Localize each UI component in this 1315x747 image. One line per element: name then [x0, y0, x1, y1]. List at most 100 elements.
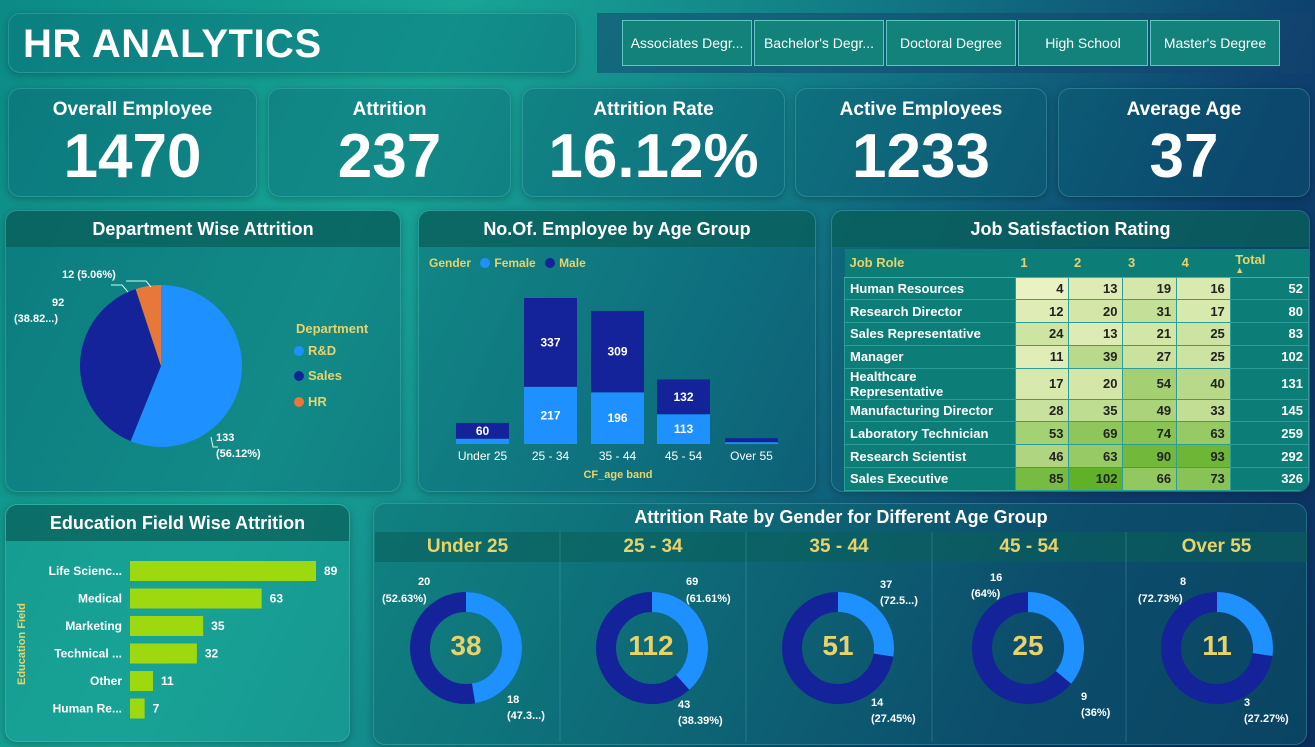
x-tick-label: 45 - 54: [665, 449, 703, 463]
bar-label-male: 337: [540, 335, 560, 349]
cell-rating-1: 28: [1014, 398, 1070, 423]
bar-value-label: 63: [270, 592, 284, 606]
table-row[interactable]: Sales Executive 85 102 66 73 326: [844, 467, 1309, 491]
gender-card-title: Attrition Rate by Gender for Different A…: [634, 507, 1048, 527]
kpi-label: Attrition: [352, 99, 427, 120]
donut-male-pct: (52.63%): [382, 593, 427, 605]
legend-title: Department: [296, 321, 369, 336]
cell-total: 80: [1229, 299, 1309, 324]
card-title: Department Wise Attrition: [6, 211, 400, 247]
cell-total: 145: [1229, 398, 1309, 423]
education-field-card: Education Field Wise Attrition Education…: [5, 504, 350, 742]
age-head-45-54: 45 - 54: [932, 532, 1126, 562]
table-row[interactable]: Research Director 12 20 31 17 80: [844, 299, 1309, 324]
edu-bar: [130, 643, 197, 664]
bar-label-female: 113: [674, 422, 694, 436]
kpi-value: 1470: [63, 122, 202, 191]
cell-rating-1: 85: [1014, 467, 1070, 491]
table-row[interactable]: Human Resources 4 13 19 16 52: [844, 276, 1309, 301]
table-row[interactable]: Research Scientist 46 63 90 93 292: [844, 444, 1309, 469]
education-slicer: Associates Degr... Bachelor's Degr... Do…: [597, 13, 1312, 73]
x-tick-label: Over 55: [730, 449, 773, 463]
header-rating-3[interactable]: 3: [1122, 249, 1177, 278]
header-job-role[interactable]: Job Role: [844, 249, 1016, 278]
header-rating-1[interactable]: 1: [1015, 249, 1069, 278]
cell-rating-2: 63: [1068, 444, 1124, 469]
job-satisfaction-table: Job Role 1 2 3 4 Total ▲ Human Resources 4…: [844, 249, 1309, 491]
pie-label-hr: 12 (5.06%): [62, 269, 116, 281]
kpi-value: 1233: [852, 122, 990, 191]
cell-rating-3: 31: [1122, 299, 1178, 324]
pie-label-rnd-pct: (56.12%): [216, 448, 261, 460]
kpi-value: 16.12%: [548, 122, 759, 191]
job-satisfaction-card: Job Satisfaction Rating Job Role 1 2 3 4…: [831, 210, 1310, 492]
legend-label: R&D: [308, 343, 337, 358]
slicer-associates[interactable]: Associates Degr...: [622, 20, 752, 66]
cell-total: 326: [1229, 467, 1309, 491]
cell-rating-1: 46: [1014, 444, 1070, 469]
table-row[interactable]: Laboratory Technician 53 69 74 63 259: [844, 421, 1309, 446]
donut-male-pct: (61.61%): [686, 593, 731, 605]
slicer-high-school[interactable]: High School: [1018, 20, 1148, 66]
title-box: HR ANALYTICS DASHBOARD: [8, 13, 576, 73]
cell-job-role: Human Resources: [844, 276, 1016, 301]
bar-female: [725, 442, 778, 444]
legend-rnd[interactable]: R&D: [294, 343, 336, 358]
pie-label-sales-value: 92: [52, 297, 65, 309]
donut-male-pct: (64%): [971, 588, 1001, 600]
kpi-attrition-rate: Attrition Rate 16.12%: [522, 88, 785, 197]
x-tick-label: 35 - 44: [599, 449, 637, 463]
y-tick-label: Other: [90, 674, 122, 688]
donut-male-value: 16: [990, 572, 1003, 584]
y-tick-label: Human Re...: [53, 702, 122, 716]
education-bar-chart: Life Scienc... 89 Medical 63 Marketing 35 Tech…: [49, 561, 338, 719]
header-total[interactable]: Total ▲: [1230, 249, 1309, 278]
cell-total: 52: [1229, 276, 1309, 301]
table-row[interactable]: Manager 11 39 27 25 102: [844, 344, 1309, 369]
cell-rating-1: 17: [1014, 367, 1070, 400]
table-row[interactable]: Manufacturing Director 28 35 49 33 145: [844, 398, 1309, 423]
table-row[interactable]: Sales Representative 24 13 21 25 83: [844, 322, 1309, 346]
legend-sales[interactable]: Sales: [294, 368, 342, 383]
cell-rating-3: 19: [1122, 276, 1178, 301]
legend-dot: [294, 346, 304, 356]
legend-label: Sales: [308, 368, 342, 383]
cell-job-role: Research Director: [844, 299, 1016, 324]
slicer-bachelors[interactable]: Bachelor's Degr...: [754, 20, 884, 66]
cell-rating-2: 13: [1068, 276, 1124, 301]
department-attrition-card: Department Wise Attrition Department R&D…: [5, 210, 401, 492]
table-row[interactable]: Healthcare Representative 17 20 54 40 131: [844, 367, 1309, 400]
pie-label-rnd-value: 133: [216, 432, 235, 444]
legend-hr[interactable]: HR: [294, 394, 327, 409]
donut-female-pct: (38.39%): [678, 715, 723, 727]
age-group-card: No.Of. Employee by Age Group Gender Fema…: [418, 210, 816, 492]
kpi-label: Overall Employee: [52, 99, 213, 120]
cell-job-role: Sales Executive: [844, 467, 1016, 491]
donut-female-value: 14: [871, 697, 884, 709]
card-title: Job Satisfaction Rating: [832, 211, 1309, 247]
slicer-masters[interactable]: Master's Degree: [1150, 20, 1280, 66]
leader-line: [126, 280, 152, 288]
bar-female: [456, 438, 509, 444]
cell-rating-4: 16: [1176, 276, 1231, 301]
donut-female-pct: (36%): [1081, 707, 1111, 719]
donut-female-pct: (27.45%): [871, 713, 916, 725]
cell-rating-4: 73: [1176, 467, 1231, 491]
donut-total-under-25: 38: [450, 630, 482, 661]
cell-job-role: Manufacturing Director: [844, 398, 1016, 423]
sort-ascending-icon: ▲: [1235, 265, 1245, 276]
kpi-value: 237: [337, 122, 442, 191]
slicer-doctoral[interactable]: Doctoral Degree: [886, 20, 1016, 66]
cell-rating-2: 35: [1068, 398, 1124, 423]
cell-job-role: Healthcare Representative: [844, 367, 1016, 400]
header-rating-2[interactable]: 2: [1068, 249, 1123, 278]
bar-value-label: 89: [324, 564, 338, 578]
kpi-value: 37: [1149, 122, 1219, 191]
donut-female-value: 9: [1081, 691, 1088, 703]
age-head-over-55: Over 55: [1126, 532, 1307, 562]
kpi-active-employees: Active Employees 1233: [795, 88, 1047, 197]
x-tick-label: Under 25: [458, 449, 508, 463]
header-rating-4[interactable]: 4: [1176, 249, 1231, 278]
cell-rating-4: 17: [1176, 299, 1231, 324]
donut-male-value: 8: [1180, 576, 1187, 588]
